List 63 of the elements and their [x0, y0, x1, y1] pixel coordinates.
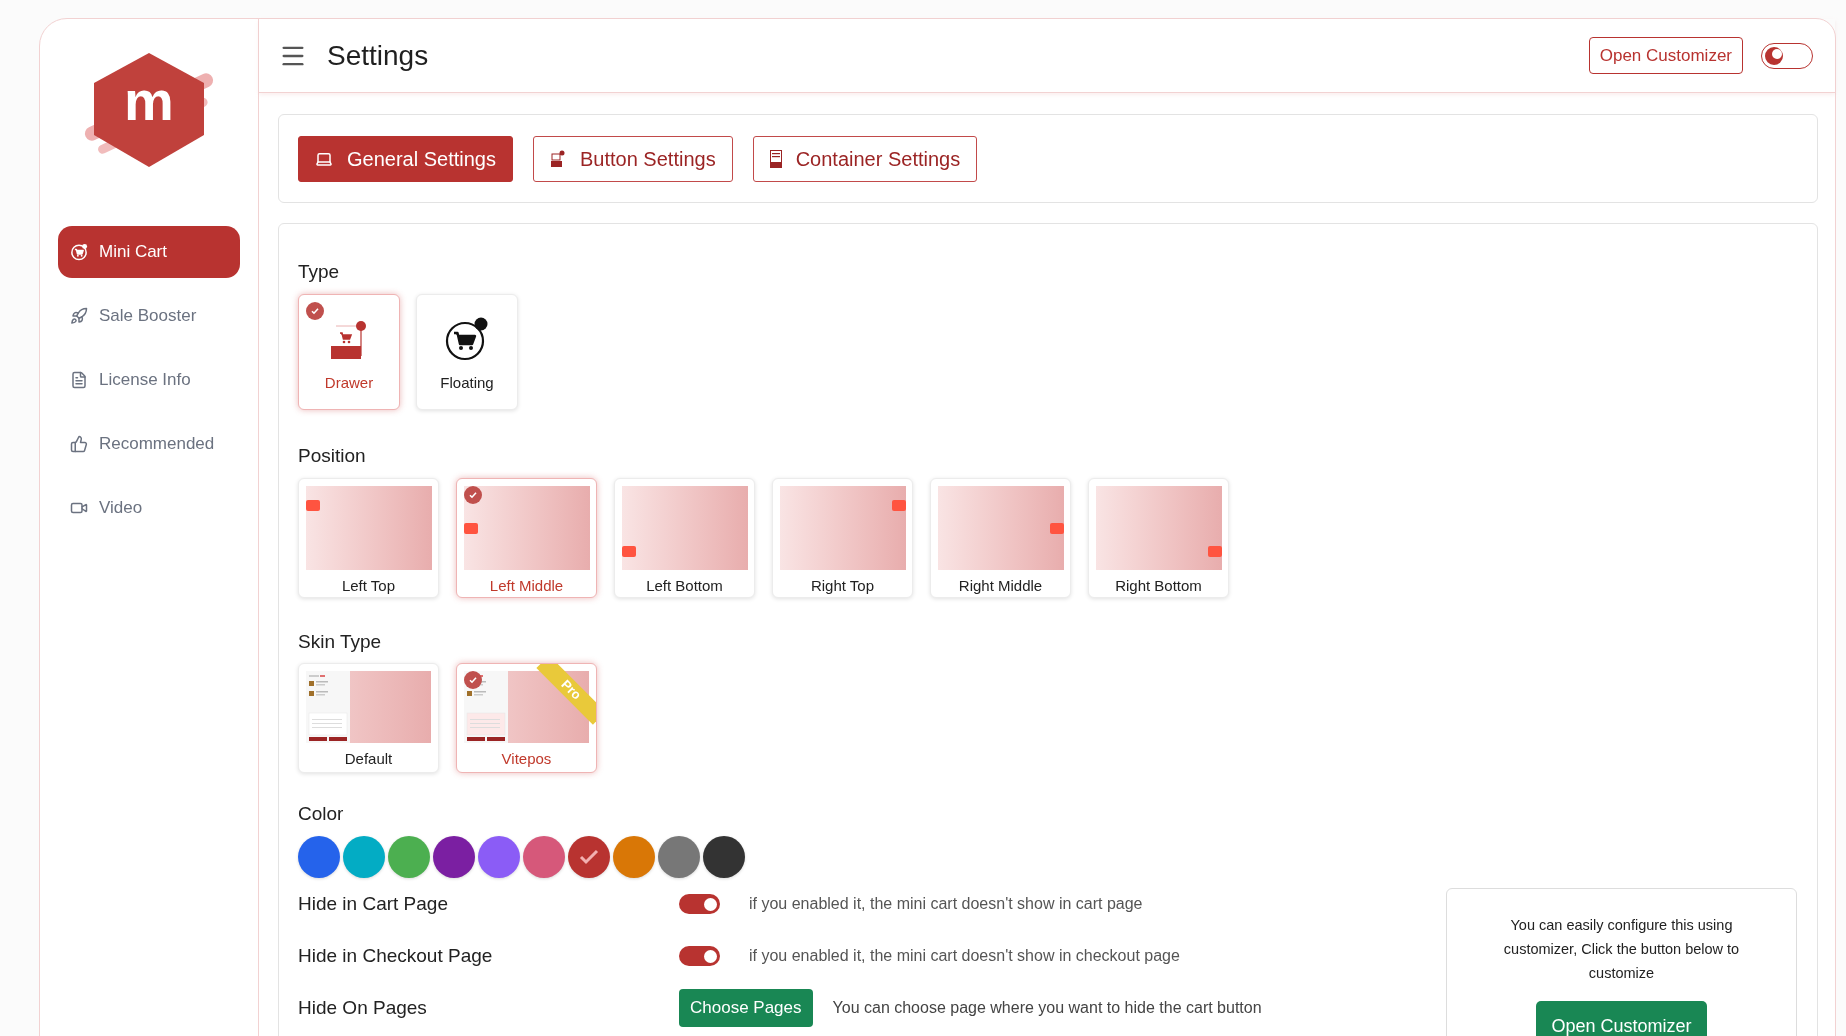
setting-label: Hide in Checkout Page: [298, 943, 494, 968]
cart-icon: [70, 243, 88, 261]
skin-option[interactable]: Default: [298, 662, 439, 773]
info-text: You can easily configure this using customizer, Click the button below to customize: [1502, 916, 1741, 983]
drawer-icon: [330, 320, 368, 362]
rocket-icon: [70, 307, 88, 325]
sidebar-item[interactable]: Video: [58, 482, 240, 534]
setting-hint: if you enabled it, the mini cart doesn't show in cart page: [749, 894, 1143, 914]
setting-label: Hide On Pages: [298, 995, 428, 1020]
choose-pages-button[interactable]: Choose Pages: [679, 989, 813, 1027]
page-title: Settings: [327, 38, 429, 73]
toggle-switch[interactable]: [679, 894, 720, 914]
cart-button-marker: [1207, 545, 1222, 557]
position-option[interactable]: Right Middle: [930, 478, 1071, 598]
position-option[interactable]: Left Middle: [456, 478, 597, 598]
skin-option[interactable]: Pro Vitepos: [456, 662, 597, 773]
setting-hint: if you enabled it, the mini cart doesn't show in checkout page: [749, 946, 1180, 966]
color-swatch[interactable]: [613, 836, 655, 878]
cart-button-marker: [621, 545, 636, 557]
sidebar-item[interactable]: Mini Cart: [58, 226, 240, 278]
check-icon: [579, 849, 599, 865]
position-option[interactable]: Left Top: [298, 478, 439, 598]
color-swatch[interactable]: [523, 836, 565, 878]
type-option[interactable]: Floating: [416, 293, 518, 410]
settings-tab[interactable]: Container Settings: [752, 135, 978, 182]
container-layout-icon: [769, 149, 782, 168]
section-label: Position: [298, 443, 367, 468]
section-label: Color: [298, 801, 345, 826]
cart-button-marker: [891, 500, 906, 511]
sidebar-item[interactable]: License Info: [58, 354, 240, 406]
open-customizer-button[interactable]: Open Customizer: [1588, 37, 1743, 74]
open-customizer-button[interactable]: Open Customizer: [1536, 1001, 1707, 1036]
toggle-switch[interactable]: [679, 946, 720, 966]
setting-hint: You can choose page where you want to hide the cart button: [832, 998, 1262, 1018]
position-option[interactable]: Right Top: [772, 478, 913, 598]
document-icon: [70, 371, 88, 389]
moon-icon: [1764, 45, 1784, 66]
cart-button-marker: [305, 500, 320, 511]
color-swatch[interactable]: [388, 836, 430, 878]
section-label: Skin Type: [298, 630, 383, 654]
color-swatch[interactable]: [343, 836, 385, 878]
sidebar-item[interactable]: Recommended: [58, 418, 240, 470]
cart-icon: [444, 316, 490, 362]
section-label: Type: [298, 260, 341, 284]
sidebar-item[interactable]: Sale Booster: [58, 290, 240, 342]
thumbs-up-icon: [70, 435, 88, 453]
cart-button-marker: [1049, 523, 1064, 534]
setting-label: Hide in Cart Page: [298, 891, 449, 916]
color-swatch[interactable]: [433, 836, 475, 878]
color-swatch[interactable]: [703, 836, 745, 878]
color-swatch[interactable]: [298, 836, 340, 878]
type-option[interactable]: Drawer: [298, 293, 400, 410]
position-option[interactable]: Left Bottom: [614, 478, 755, 598]
position-option[interactable]: Right Bottom: [1088, 478, 1229, 598]
color-swatch[interactable]: [478, 836, 520, 878]
button-layout-icon: [550, 149, 566, 168]
color-swatch[interactable]: [658, 836, 700, 878]
settings-tab[interactable]: Button Settings: [533, 135, 733, 182]
settings-tab[interactable]: General Settings: [298, 135, 513, 182]
color-swatch[interactable]: [568, 836, 610, 878]
dark-mode-toggle[interactable]: [1761, 42, 1813, 69]
cart-button-marker: [463, 523, 478, 534]
logo-letter: m: [123, 73, 175, 129]
